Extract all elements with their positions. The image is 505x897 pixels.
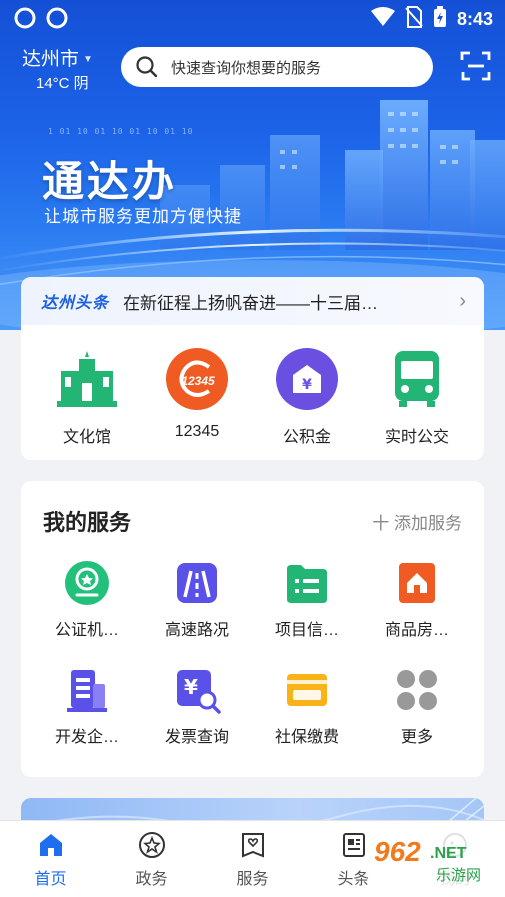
tab-label: 首页 — [34, 871, 67, 888]
government-star-icon — [138, 832, 165, 858]
service-item-commercial-housing[interactable]: 商品房… — [362, 559, 472, 640]
service-label: 商品房… — [384, 622, 449, 639]
hotline-12345-icon: 12345 — [166, 348, 228, 410]
housing-fund-icon: ¥ — [276, 348, 338, 410]
no-sim-icon — [405, 6, 423, 33]
quick-label: 12345 — [174, 423, 220, 440]
highway-icon — [177, 563, 217, 603]
wifi-icon — [370, 7, 395, 32]
search-icon — [136, 56, 158, 78]
enterprise-building-icon — [67, 670, 107, 712]
service-heart-icon — [241, 833, 264, 858]
status-bar: 8:43 — [0, 0, 505, 36]
service-item-developer[interactable]: 开发企… — [32, 666, 142, 747]
quick-label: 公积金 — [282, 429, 331, 446]
bus-icon — [395, 351, 439, 407]
project-folder-icon — [287, 565, 327, 603]
battery-charging-icon — [433, 6, 447, 33]
tab-home[interactable]: 首页 — [0, 821, 101, 897]
tab-label: 服务 — [236, 871, 269, 888]
add-service-button[interactable]: 十 添加服务 — [372, 509, 462, 534]
tab-service[interactable]: 服务 — [202, 821, 303, 897]
service-label: 发票查询 — [164, 729, 229, 746]
decorative-binary: 1 01 10 01 10 01 10 01 10 — [48, 127, 194, 136]
quick-item-culture-center[interactable]: 文化馆 — [32, 347, 142, 447]
quick-item-12345[interactable]: 12345 12345 — [142, 347, 252, 447]
quick-label: 实时公交 — [384, 429, 449, 446]
my-services-card: 我的服务 十 添加服务 公证机… 高速路况 项目信… 商品房… 开发企… ¥ 发… — [21, 481, 484, 777]
home-icon — [39, 834, 62, 856]
quick-label: 文化馆 — [62, 429, 111, 446]
museum-icon — [57, 351, 117, 407]
news-tag-logo: 达州头条 — [41, 295, 110, 312]
notification-icon — [46, 7, 68, 29]
city-selector[interactable]: 达州市 ▼ — [22, 44, 93, 71]
service-label: 项目信… — [274, 622, 339, 639]
svg-text:¥: ¥ — [184, 675, 198, 699]
search-placeholder: 快速查询你想要的服务 — [171, 59, 322, 77]
notification-icon — [14, 7, 36, 29]
section-title: 我的服务 — [43, 510, 132, 535]
service-item-more[interactable]: 更多 — [362, 666, 472, 747]
search-bar[interactable]: 快速查询你想要的服务 — [121, 47, 433, 87]
services-grid: 公证机… 高速路况 项目信… 商品房… 开发企… ¥ 发票查询 社保缴费 更多 — [21, 559, 484, 747]
house-icon — [399, 563, 435, 603]
app-slogan-title: 通达办 — [42, 158, 178, 205]
service-item-notary[interactable]: 公证机… — [32, 559, 142, 640]
quick-services: 文化馆 12345 12345 ¥ 公积金 实时公交 — [21, 347, 484, 447]
service-item-social-security[interactable]: 社保缴费 — [252, 666, 362, 747]
quick-item-housing-fund[interactable]: ¥ 公积金 — [252, 347, 362, 447]
notary-icon — [65, 561, 109, 605]
svg-text:12345: 12345 — [181, 374, 215, 388]
weather-info: 14°C 阴 — [36, 75, 89, 92]
svg-text:乐游网: 乐游网 — [436, 866, 481, 884]
service-item-highway[interactable]: 高速路况 — [142, 559, 252, 640]
service-item-project-info[interactable]: 项目信… — [252, 559, 362, 640]
scan-icon[interactable] — [460, 50, 492, 82]
invoice-search-icon: ¥ — [177, 670, 221, 714]
news-icon — [342, 833, 365, 857]
tab-label: 政务 — [135, 871, 168, 888]
city-name: 达州市 — [22, 49, 80, 70]
app-slogan-subtitle: 让城市服务更加方便快捷 — [44, 207, 242, 226]
service-label: 公证机… — [54, 622, 119, 639]
svg-text:¥: ¥ — [302, 377, 312, 393]
service-label: 更多 — [400, 729, 433, 746]
social-security-icon — [287, 674, 327, 706]
quick-item-realtime-bus[interactable]: 实时公交 — [362, 347, 472, 447]
caret-down-icon: ▼ — [83, 54, 93, 66]
service-item-invoice[interactable]: ¥ 发票查询 — [142, 666, 252, 747]
service-label: 高速路况 — [164, 622, 229, 639]
svg-text:962: 962 — [374, 836, 421, 867]
service-label: 开发企… — [54, 729, 119, 746]
more-grid-icon — [397, 670, 437, 710]
chevron-right-icon: › — [459, 290, 466, 312]
news-ticker[interactable]: 达州头条 在新征程上扬帆奋进——十三届… › — [21, 277, 484, 325]
quick-access-card: 达州头条 在新征程上扬帆奋进——十三届… › 文化馆 12345 12345 ¥… — [21, 277, 484, 460]
service-label: 社保缴费 — [274, 729, 339, 746]
clock: 8:43 — [456, 9, 493, 29]
site-watermark-logo: 962 .NET 乐游网 — [368, 832, 498, 888]
news-headline: 在新征程上扬帆奋进——十三届… — [123, 293, 379, 313]
svg-text:.NET: .NET — [430, 845, 467, 862]
tab-government[interactable]: 政务 — [101, 821, 202, 897]
